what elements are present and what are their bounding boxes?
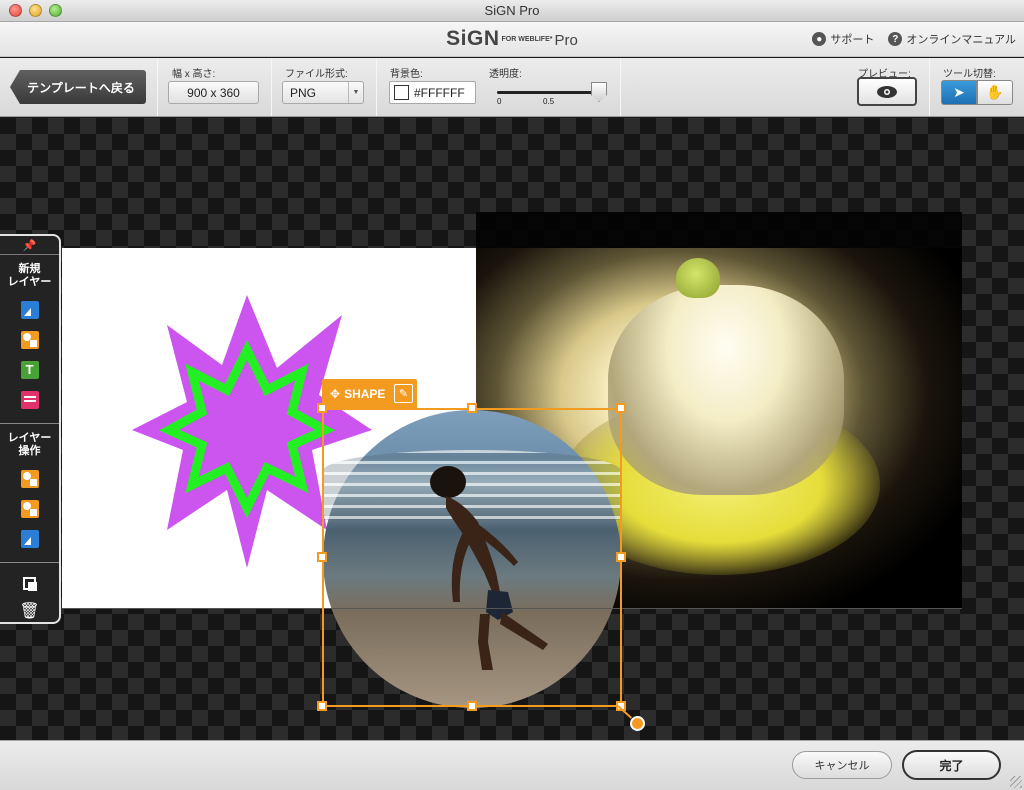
toolbar-divider [376, 58, 377, 116]
toolbar-divider [157, 58, 158, 116]
pencil-icon[interactable]: ✎ [394, 384, 413, 403]
brand-bar: SiGN FOR WEBLIFE* Pro ● サポート ? オンラインマニュアル [0, 22, 1024, 57]
resize-handle-e[interactable] [616, 552, 626, 562]
resize-handle-sw[interactable] [317, 701, 327, 711]
shape-layer-icon[interactable] [20, 500, 39, 518]
opacity-slider[interactable]: 0 0.5 [497, 82, 607, 108]
help-icon: ? [888, 32, 903, 46]
support-link[interactable]: ● サポート [812, 31, 874, 47]
mint-garnish [676, 258, 720, 298]
move-icon[interactable]: ✥ [330, 387, 340, 401]
toolbar-divider [929, 58, 930, 116]
shape-layer-tag[interactable]: ✥ SHAPE ✎ [322, 379, 417, 408]
user-icon: ● [812, 32, 827, 46]
preview-button[interactable] [857, 77, 917, 106]
new-layer-heading: 新規 レイヤー [7, 263, 52, 288]
footer-bar: キャンセル 完了 [0, 740, 1024, 790]
selection-bounding-box[interactable] [322, 408, 622, 707]
minimize-window-button[interactable] [29, 4, 42, 17]
opacity-label: 透明度: [489, 69, 522, 80]
window-title: SiGN Pro [484, 3, 540, 18]
hand-tool-button[interactable]: ✋ [977, 80, 1013, 105]
done-button[interactable]: 完了 [902, 750, 1001, 780]
back-to-template-button[interactable]: テンプレートへ戻る [10, 70, 146, 104]
window-titlebar: SiGN Pro [0, 0, 1024, 22]
tool-switch-label: ツール切替: [943, 69, 996, 80]
color-swatch[interactable] [394, 85, 409, 100]
layer-ops-heading: レイヤー 操作 [7, 432, 52, 457]
cancel-button[interactable]: キャンセル [792, 751, 892, 779]
text-layer-icon[interactable]: T [20, 361, 39, 379]
slider-thumb[interactable] [591, 82, 607, 102]
dessert-glass [608, 285, 844, 495]
resize-handle-nw[interactable] [317, 403, 327, 413]
shape-layer-icon[interactable] [20, 331, 39, 349]
slider-tick-mid: 0.5 [543, 97, 555, 106]
file-format-select[interactable]: PNG ▼ [282, 81, 364, 104]
toolbar-divider [271, 58, 272, 116]
background-color-field[interactable]: #FFFFFF [389, 81, 476, 104]
layer-panel: 📌 新規 レイヤー T レイヤー 操作 🗑 [0, 234, 61, 624]
online-manual-link[interactable]: ? オンラインマニュアル [888, 31, 1016, 47]
size-label: 幅 x 高さ: [172, 69, 216, 80]
header-links: ● サポート ? オンラインマニュアル [812, 31, 1016, 47]
resize-handle-ne[interactable] [616, 403, 626, 413]
table-layer-icon[interactable] [20, 391, 39, 409]
image-layer-icon[interactable] [20, 530, 39, 548]
format-label: ファイル形式: [285, 69, 348, 80]
bgcolor-label: 背景色: [390, 69, 423, 80]
eye-icon [877, 85, 897, 98]
select-tool-button[interactable]: ➤ [941, 80, 977, 105]
slider-tick-min: 0 [497, 97, 502, 106]
chevron-down-icon: ▼ [348, 82, 363, 103]
canvas-size-field[interactable]: 900 x 360 [168, 81, 259, 104]
resize-handle-n[interactable] [467, 403, 477, 413]
panel-divider [0, 423, 59, 424]
pin-icon[interactable]: 📌 [0, 236, 59, 255]
rotate-handle[interactable] [630, 716, 645, 731]
copy-icon[interactable] [22, 577, 37, 591]
zoom-window-button[interactable] [49, 4, 62, 17]
panel-divider [0, 562, 59, 563]
shape-layer-icon[interactable] [20, 470, 39, 488]
resize-handle-s[interactable] [467, 701, 477, 711]
window-resize-grip[interactable] [1010, 776, 1022, 788]
slider-track [497, 91, 599, 94]
hand-icon: ✋ [986, 84, 1004, 100]
resize-handle-w[interactable] [317, 552, 327, 562]
trash-icon[interactable]: 🗑 [0, 601, 59, 621]
arrow-pointer-icon: ➤ [953, 84, 965, 100]
image-layer-icon[interactable] [20, 301, 39, 319]
dessert-photo-overflow [476, 212, 962, 248]
toolbar-divider [620, 58, 621, 116]
close-window-button[interactable] [9, 4, 22, 17]
